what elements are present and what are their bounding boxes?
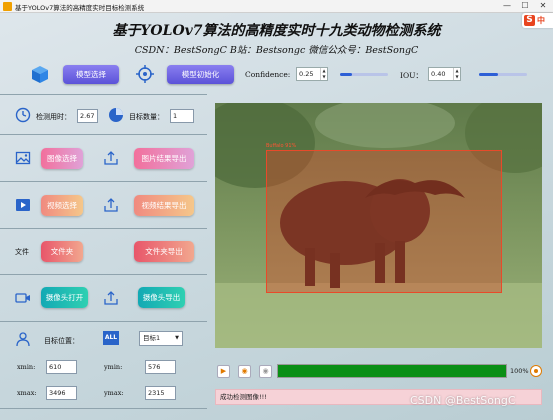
page-subtitle: CSDN：BestSongC B站：Bestsongc 微信公众号：BestSo… xyxy=(134,45,419,56)
progress-bar xyxy=(277,364,507,378)
divider xyxy=(0,274,207,275)
close-button[interactable]: ✕ xyxy=(536,1,550,11)
camera-export-button[interactable]: 摄像头导出 xyxy=(138,287,185,308)
divider xyxy=(0,181,207,182)
time-value-field: 2.67 xyxy=(77,109,98,123)
iou-value: 0.40 xyxy=(431,70,446,78)
detection-bounding-box xyxy=(266,150,502,293)
xmin-label: xmin: xyxy=(17,363,36,371)
divider xyxy=(0,94,207,95)
xmax-label: xmax: xyxy=(17,389,37,397)
iou-spinbox[interactable]: 0.40 ▲ ▼ xyxy=(428,67,461,81)
spin-arrows-icon[interactable]: ▲ ▼ xyxy=(320,68,327,80)
progress-text: 100% xyxy=(510,367,529,375)
confidence-spinbox[interactable]: 0.25 ▲ ▼ xyxy=(296,67,328,81)
target-select[interactable]: 目标1 ▼ xyxy=(139,331,183,346)
ymax-field: 2315 xyxy=(145,386,176,400)
video-select-button[interactable]: 视频选择 xyxy=(41,195,83,216)
xmin-field: 610 xyxy=(46,360,77,374)
image-select-button[interactable]: 图像选择 xyxy=(41,148,83,169)
target-icon xyxy=(136,65,154,83)
target-select-value: 目标1 xyxy=(143,334,161,342)
ymax-label: ymax: xyxy=(104,389,124,397)
model-select-button[interactable]: 模型选择 xyxy=(63,65,119,84)
camera-icon xyxy=(15,290,31,306)
ymin-field: 576 xyxy=(145,360,176,374)
stop-icon[interactable]: ◉ xyxy=(238,365,251,378)
iou-label: IOU： xyxy=(400,71,423,80)
pause-icon[interactable]: ◉ xyxy=(259,365,272,378)
pie-chart-icon xyxy=(108,107,124,123)
divider xyxy=(0,321,207,322)
upload-icon[interactable] xyxy=(103,290,119,306)
ymin-label: ymin: xyxy=(104,363,123,371)
chevron-down-icon: ▼ xyxy=(175,335,179,341)
iou-slider-fill xyxy=(479,73,499,76)
maximize-button[interactable]: ☐ xyxy=(518,1,532,11)
model-init-button[interactable]: 模型初始化 xyxy=(167,65,234,84)
divider xyxy=(0,408,207,409)
play-icon[interactable]: ▶ xyxy=(217,365,230,378)
confidence-label: Confidence: xyxy=(245,70,291,79)
target-position-label: 目标位置： xyxy=(44,337,79,345)
upload-icon[interactable] xyxy=(103,197,119,213)
video-icon xyxy=(15,197,31,213)
app-icon xyxy=(3,2,12,11)
folder-export-button[interactable]: 文件夹导出 xyxy=(134,241,194,262)
divider xyxy=(0,228,207,229)
folder-text-label: 文件 xyxy=(15,248,29,256)
confidence-slider[interactable] xyxy=(340,73,388,76)
image-export-button[interactable]: 图片结果导出 xyxy=(134,148,194,169)
minimize-button[interactable]: — xyxy=(500,1,514,11)
window-title: 基于YOLOv7算法的高精度实时目标检测系统 xyxy=(15,4,145,12)
time-label: 检测用时： xyxy=(36,113,71,121)
upload-icon[interactable] xyxy=(103,150,119,166)
iou-slider[interactable] xyxy=(479,73,527,76)
video-export-button[interactable]: 视频结果导出 xyxy=(134,195,194,216)
all-badge-icon[interactable]: ALL xyxy=(103,331,119,345)
detection-image: Buffalo 91% xyxy=(215,103,542,348)
cube-icon xyxy=(30,64,50,84)
confidence-slider-fill xyxy=(340,73,352,76)
record-icon[interactable] xyxy=(530,365,542,377)
clock-icon xyxy=(15,107,31,123)
progress-fill xyxy=(278,365,506,377)
image-icon xyxy=(15,150,31,166)
xmax-field: 3496 xyxy=(46,386,77,400)
camera-open-button[interactable]: 摄像头打开 xyxy=(41,287,88,308)
page-title: 基于YOLOv7算法的高精度实时十九类动物检测系统 xyxy=(112,23,441,39)
folder-open-button[interactable]: 文件夹 xyxy=(41,241,83,262)
divider xyxy=(0,134,207,135)
count-value-field: 1 xyxy=(170,109,194,123)
watermark: CSDN @BestSongC xyxy=(410,394,516,407)
detection-box-label: Buffalo 91% xyxy=(266,143,297,149)
count-label: 目标数量： xyxy=(129,113,164,121)
confidence-value: 0.25 xyxy=(299,70,314,78)
user-icon xyxy=(15,331,31,347)
spin-arrows-icon[interactable]: ▲ ▼ xyxy=(453,68,460,80)
